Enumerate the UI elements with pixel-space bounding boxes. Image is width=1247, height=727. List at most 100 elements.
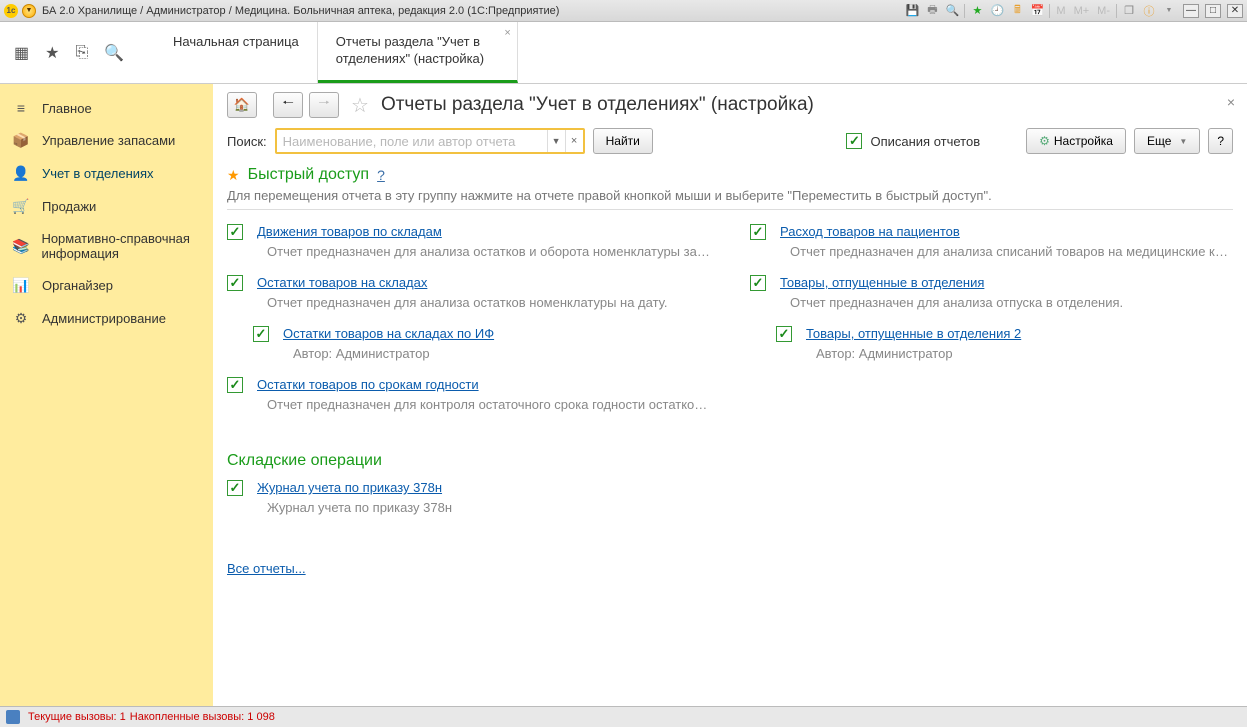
find-label: Найти bbox=[606, 134, 640, 148]
forward-button[interactable]: 🠒 bbox=[309, 92, 339, 118]
top-toolbar: ▦ ★ ⎘ 🔍 Начальная страница Отчеты раздел… bbox=[0, 22, 1247, 84]
report-item-sub: Товары, отпущенные в отделения 2 Автор: … bbox=[776, 326, 1233, 361]
report-link[interactable]: Журнал учета по приказу 378н bbox=[257, 480, 442, 495]
report-link[interactable]: Товары, отпущенные в отделения bbox=[780, 275, 984, 290]
maximize-button[interactable]: □ bbox=[1205, 4, 1221, 18]
report-description: Отчет предназначен для анализа отпуска в… bbox=[790, 295, 1233, 310]
divider bbox=[227, 209, 1233, 210]
m-minus-button[interactable]: M- bbox=[1095, 5, 1112, 17]
search-icon[interactable]: 🔍 bbox=[104, 43, 124, 63]
report-item: Журнал учета по приказу 378н Журнал учет… bbox=[227, 480, 1233, 515]
page-title: Отчеты раздела "Учет в отделениях" (наст… bbox=[381, 94, 814, 116]
tab-close-icon[interactable]: × bbox=[504, 26, 510, 40]
report-checkbox[interactable] bbox=[227, 480, 243, 496]
report-item: Остатки товаров на складах Отчет предназ… bbox=[227, 275, 710, 310]
report-checkbox[interactable] bbox=[227, 377, 243, 393]
star-orange-icon: ★ bbox=[227, 167, 240, 184]
all-reports-link[interactable]: Все отчеты... bbox=[227, 561, 306, 576]
navigation-sidebar: ≡Главное 📦Управление запасами 👤Учет в от… bbox=[0, 84, 213, 706]
more-button[interactable]: Еще ▼ bbox=[1134, 128, 1200, 154]
report-description: Журнал учета по приказу 378н bbox=[267, 500, 1233, 515]
sidebar-item-inventory[interactable]: 📦Управление запасами bbox=[0, 124, 213, 157]
descriptions-checkbox[interactable] bbox=[846, 133, 862, 149]
settings-button[interactable]: ⚙ Настройка bbox=[1026, 128, 1126, 154]
search-label: Поиск: bbox=[227, 134, 267, 149]
search-input[interactable] bbox=[277, 130, 547, 152]
report-checkbox[interactable] bbox=[750, 224, 766, 240]
sidebar-label: Органайзер bbox=[42, 278, 113, 293]
report-description: Автор: Администратор bbox=[816, 346, 1233, 361]
chart-icon: 📊 bbox=[12, 277, 30, 294]
person-icon: 👤 bbox=[12, 165, 30, 182]
window-titlebar: 1c ▼ БА 2.0 Хранилище / Администратор / … bbox=[0, 0, 1247, 22]
reports-left-column: Движения товаров по складам Отчет предна… bbox=[227, 224, 710, 428]
gear-icon: ⚙ bbox=[12, 310, 30, 327]
back-button[interactable]: 🠐 bbox=[273, 92, 303, 118]
sidebar-item-admin[interactable]: ⚙Администрирование bbox=[0, 302, 213, 335]
sidebar-item-main[interactable]: ≡Главное bbox=[0, 92, 213, 124]
gear-icon: ⚙ bbox=[1039, 134, 1050, 148]
preview-icon[interactable]: 🔍 bbox=[944, 3, 960, 19]
report-item: Остатки товаров по срокам годности Отчет… bbox=[227, 377, 710, 412]
quick-access-hint: Для перемещения отчета в эту группу нажм… bbox=[227, 188, 1233, 203]
report-checkbox[interactable] bbox=[227, 275, 243, 291]
print-icon[interactable]: 🖶 bbox=[924, 3, 940, 19]
report-link[interactable]: Остатки товаров по срокам годности bbox=[257, 377, 479, 392]
info-icon[interactable]: ⓘ bbox=[1141, 3, 1157, 19]
window-title: БА 2.0 Хранилище / Администратор / Медиц… bbox=[42, 5, 559, 17]
save-icon[interactable]: 💾 bbox=[904, 3, 920, 19]
windows-icon[interactable]: ❐ bbox=[1121, 3, 1137, 19]
report-link[interactable]: Расход товаров на пациентов bbox=[780, 224, 960, 239]
report-link[interactable]: Остатки товаров на складах bbox=[257, 275, 427, 290]
info-dropdown-icon[interactable]: ▼ bbox=[1161, 3, 1177, 19]
history-icon[interactable]: 🕘 bbox=[989, 3, 1005, 19]
status-icon bbox=[6, 710, 20, 724]
descriptions-label: Описания отчетов bbox=[870, 134, 980, 149]
report-link[interactable]: Товары, отпущенные в отделения 2 bbox=[806, 326, 1021, 341]
favorite-star-icon[interactable]: ☆ bbox=[351, 93, 369, 118]
favorite-icon[interactable]: ★ bbox=[969, 3, 985, 19]
report-item-sub: Остатки товаров на складах по ИФ Автор: … bbox=[253, 326, 710, 361]
report-link[interactable]: Движения товаров по складам bbox=[257, 224, 442, 239]
sidebar-label: Продажи bbox=[42, 199, 96, 214]
sidebar-label: Управление запасами bbox=[42, 133, 175, 148]
report-link[interactable]: Остатки товаров на складах по ИФ bbox=[283, 326, 494, 341]
tab-start-page[interactable]: Начальная страница bbox=[155, 22, 318, 83]
star-icon[interactable]: ★ bbox=[45, 43, 59, 63]
help-button[interactable]: ? bbox=[1208, 128, 1233, 154]
apps-icon[interactable]: ▦ bbox=[14, 43, 29, 63]
report-item: Движения товаров по складам Отчет предна… bbox=[227, 224, 710, 259]
search-dropdown-icon[interactable]: ▼ bbox=[547, 130, 565, 152]
report-checkbox[interactable] bbox=[227, 224, 243, 240]
tab-label: Отчеты раздела "Учет в отделениях" (наст… bbox=[336, 34, 484, 66]
m-plus-button[interactable]: M+ bbox=[1072, 5, 1092, 17]
app-menu-dropdown[interactable]: ▼ bbox=[22, 4, 36, 18]
search-clear-icon[interactable]: × bbox=[565, 130, 583, 152]
settings-label: Настройка bbox=[1054, 134, 1113, 148]
tab-label: Начальная страница bbox=[173, 34, 299, 49]
quick-access-help-icon[interactable]: ? bbox=[377, 167, 385, 183]
close-button[interactable]: ✕ bbox=[1227, 4, 1243, 18]
calendar-icon[interactable]: 📅 bbox=[1029, 3, 1045, 19]
report-checkbox[interactable] bbox=[253, 326, 269, 342]
chevron-down-icon: ▼ bbox=[1179, 137, 1187, 146]
minimize-button[interactable]: — bbox=[1183, 4, 1199, 18]
cart-icon: 🛒 bbox=[12, 198, 30, 215]
sidebar-item-organizer[interactable]: 📊 Органайзер bbox=[0, 269, 213, 302]
page-close-icon[interactable]: × bbox=[1227, 94, 1235, 110]
sidebar-item-reference[interactable]: 📚Нормативно-справочная информация bbox=[0, 223, 213, 269]
tab-reports-settings[interactable]: Отчеты раздела "Учет в отделениях" (наст… bbox=[318, 22, 518, 83]
content-area: × 🏠 🠐 🠒 ☆ Отчеты раздела "Учет в отделен… bbox=[213, 84, 1247, 706]
more-label: Еще bbox=[1147, 134, 1171, 148]
sidebar-item-sales[interactable]: 🛒 Продажи bbox=[0, 190, 213, 223]
clipboard-icon[interactable]: ⎘ bbox=[75, 44, 88, 62]
report-item: Товары, отпущенные в отделения Отчет пре… bbox=[750, 275, 1233, 310]
report-item: Расход товаров на пациентов Отчет предна… bbox=[750, 224, 1233, 259]
home-button[interactable]: 🏠 bbox=[227, 92, 257, 118]
m-button[interactable]: M bbox=[1054, 5, 1067, 17]
calculator-icon[interactable]: 🖩 bbox=[1009, 3, 1025, 19]
report-checkbox[interactable] bbox=[776, 326, 792, 342]
report-checkbox[interactable] bbox=[750, 275, 766, 291]
find-button[interactable]: Найти bbox=[593, 128, 653, 154]
sidebar-item-departments[interactable]: 👤Учет в отделениях bbox=[0, 157, 213, 190]
